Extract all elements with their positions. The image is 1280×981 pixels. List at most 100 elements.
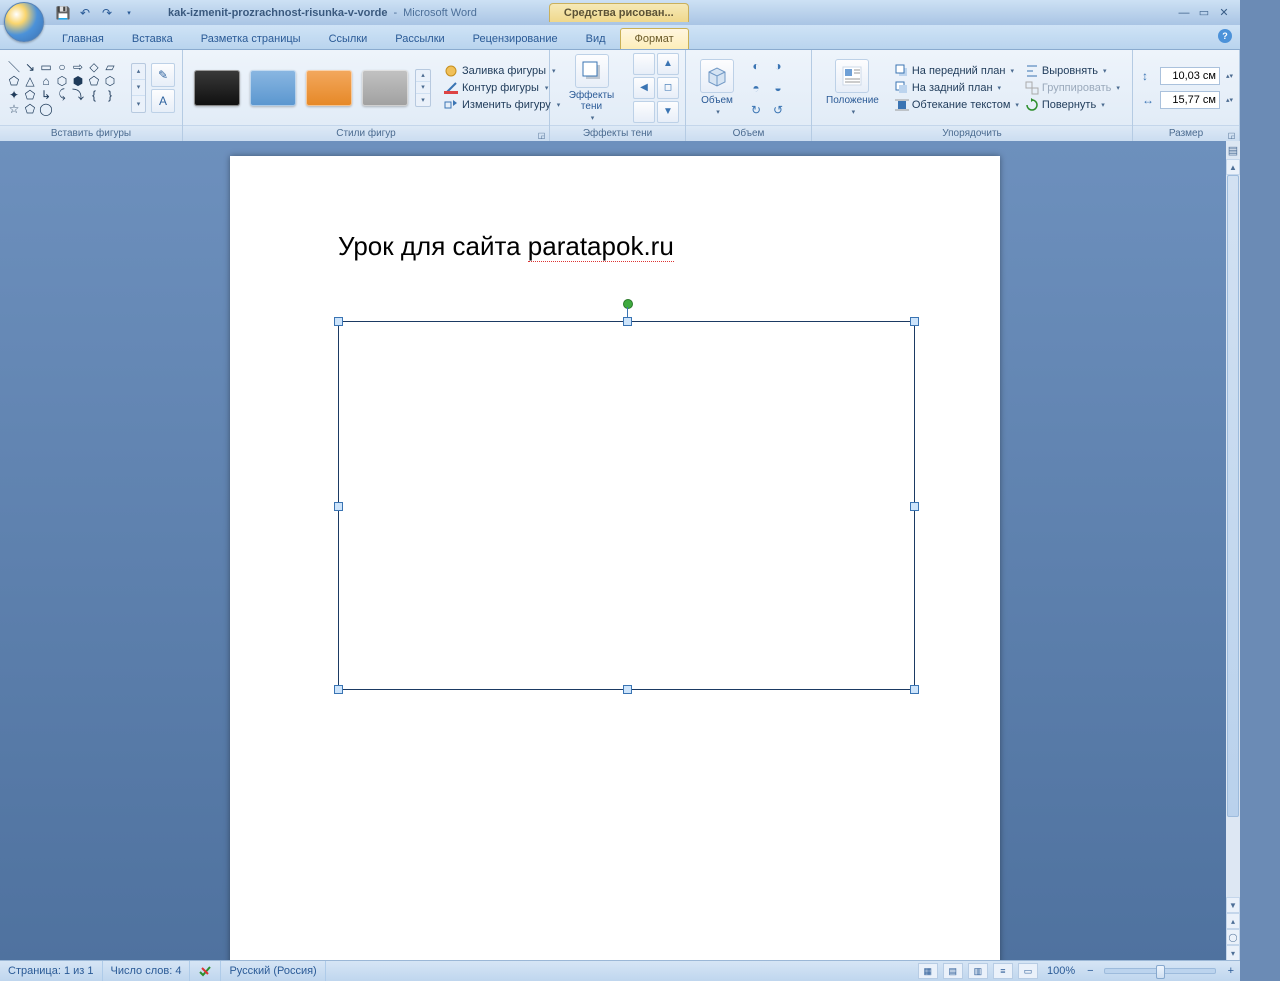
zoom-level[interactable]: 100% [1039, 965, 1083, 977]
document-text[interactable]: Урок для сайта paratapok.ru [338, 231, 674, 262]
prev-page-icon[interactable]: ▴ [1226, 913, 1240, 929]
zoom-out-icon[interactable]: − [1083, 965, 1097, 977]
change-shape-button[interactable]: Изменить фигуру▾ [441, 97, 563, 113]
redo-icon[interactable]: ↷ [98, 4, 116, 22]
contextual-tab-drawing[interactable]: Средства рисован... [549, 3, 689, 22]
rotate-handle[interactable] [623, 299, 633, 309]
view-reading-icon[interactable]: ▤ [943, 963, 963, 979]
close-icon[interactable]: ✕ [1214, 5, 1234, 21]
tab-insert[interactable]: Вставка [118, 29, 187, 49]
save-icon[interactable]: 💾 [54, 4, 72, 22]
scroll-up-icon[interactable]: ▲ [1226, 159, 1240, 175]
tilt-5-icon[interactable]: ↻ [746, 100, 766, 120]
selected-shape[interactable] [338, 321, 915, 690]
width-icon: ↔ [1142, 93, 1156, 107]
style-swatch-3[interactable] [306, 70, 352, 106]
title-bar: 💾 ↶ ↷ ▾ kak-izmenit-prozrachnost-risunka… [0, 0, 1240, 25]
group-button: Группировать▾ [1023, 80, 1123, 96]
tilt-6-icon[interactable]: ↺ [768, 100, 788, 120]
browse-object-icon[interactable]: ◯ [1226, 929, 1240, 945]
scroll-thumb[interactable] [1227, 175, 1239, 817]
styles-more[interactable]: ▴▾▾ [415, 69, 431, 107]
bring-front-button[interactable]: На передний план▾ [893, 63, 1023, 79]
text-box-icon[interactable]: A [151, 89, 175, 113]
shadow-up-icon[interactable]: ▲ [657, 53, 679, 75]
group-shadow-label: Эффекты тени [550, 125, 685, 142]
edit-shape-icon[interactable]: ✎ [151, 63, 175, 87]
view-buttons: ▦ ▤ ▥ ≡ ▭ [917, 963, 1039, 980]
3d-effects-button[interactable]: Объем▾ [692, 59, 742, 116]
tab-view[interactable]: Вид [572, 29, 620, 49]
tilt-3-icon[interactable]: ◓ [746, 78, 766, 98]
resize-handle-se[interactable] [910, 685, 919, 694]
next-page-icon[interactable]: ▾ [1226, 945, 1240, 961]
shadow-down-icon[interactable]: ▼ [657, 101, 679, 123]
dialog-launcher-icon[interactable]: ◲ [536, 128, 547, 139]
tilt-2-icon[interactable]: ◑ [768, 56, 788, 76]
vertical-scrollbar[interactable]: ▤ ▲ ▼ ▴ ◯ ▾ [1226, 141, 1240, 961]
tab-review[interactable]: Рецензирование [459, 29, 572, 49]
resize-handle-e[interactable] [910, 502, 919, 511]
minimize-icon[interactable]: — [1174, 5, 1194, 21]
shapes-more[interactable]: ▴▾▾ [131, 63, 146, 113]
tab-format[interactable]: Формат [620, 28, 689, 49]
resize-handle-w[interactable] [334, 502, 343, 511]
style-swatch-4[interactable] [362, 70, 408, 106]
tab-mailings[interactable]: Рассылки [381, 29, 458, 49]
group-size-label: Размер [1169, 128, 1203, 139]
qat-more-icon[interactable]: ▾ [120, 4, 138, 22]
view-outline-icon[interactable]: ≡ [993, 963, 1013, 979]
spinner-icon[interactable]: ▴▾ [1226, 72, 1233, 80]
status-language[interactable]: Русский (Россия) [221, 961, 325, 981]
rotate-button[interactable]: Повернуть▾ [1023, 97, 1123, 113]
zoom-in-icon[interactable]: + [1222, 965, 1240, 977]
text-wrap-button[interactable]: Обтекание текстом▾ [893, 97, 1023, 113]
align-button[interactable]: Выровнять▾ [1023, 63, 1123, 79]
view-print-layout-icon[interactable]: ▦ [918, 963, 938, 979]
app-title: Microsoft Word [403, 7, 477, 19]
page[interactable]: Урок для сайта paratapok.ru [230, 156, 1000, 961]
position-button[interactable]: Положение▾ [818, 59, 887, 116]
style-swatch-1[interactable] [194, 70, 240, 106]
rectangle-shape[interactable] [338, 321, 915, 690]
quick-access-toolbar: 💾 ↶ ↷ ▾ [54, 4, 138, 22]
style-swatch-2[interactable] [250, 70, 296, 106]
shadow-center-icon[interactable]: ◻ [657, 77, 679, 99]
tab-page-layout[interactable]: Разметка страницы [187, 29, 315, 49]
status-bar: Страница: 1 из 1 Число слов: 4 Русский (… [0, 960, 1240, 981]
tilt-4-icon[interactable]: ◒ [768, 78, 788, 98]
ribbon: ＼↘▭○⇨◇▱⬠ △⌂⬡⬢⬠⬡✦⬠ ↳⤹⤵{}☆⬠◯ ▴▾▾ ✎ A Встав… [0, 50, 1240, 143]
zoom-slider-thumb[interactable] [1156, 965, 1165, 979]
help-icon[interactable]: ? [1218, 29, 1232, 43]
undo-icon[interactable]: ↶ [76, 4, 94, 22]
tilt-1-icon[interactable]: ◐ [746, 56, 766, 76]
status-proofing[interactable] [190, 961, 221, 981]
zoom-slider[interactable] [1104, 968, 1216, 974]
tab-home[interactable]: Главная [48, 29, 118, 49]
document-workspace[interactable]: Урок для сайта paratapok.ru [0, 141, 1226, 961]
shape-fill-button[interactable]: Заливка фигуры▾ [441, 63, 563, 79]
shadow-left-icon[interactable]: ◀ [633, 77, 655, 99]
shapes-gallery[interactable]: ＼↘▭○⇨◇▱⬠ △⌂⬡⬢⬠⬡✦⬠ ↳⤹⤵{}☆⬠◯ [6, 60, 129, 116]
resize-handle-nw[interactable] [334, 317, 343, 326]
resize-handle-sw[interactable] [334, 685, 343, 694]
status-page[interactable]: Страница: 1 из 1 [0, 961, 103, 981]
shadow-effects-button[interactable]: Эффекты тени▾ [556, 54, 627, 122]
resize-handle-ne[interactable] [910, 317, 919, 326]
send-back-button[interactable]: На задний план▾ [893, 80, 1023, 96]
ruler-toggle-icon[interactable]: ▤ [1226, 141, 1240, 159]
tab-references[interactable]: Ссылки [315, 29, 382, 49]
dialog-launcher-icon[interactable]: ◲ [1226, 128, 1237, 139]
shape-outline-button[interactable]: Контур фигуры▾ [441, 80, 563, 96]
resize-handle-s[interactable] [623, 685, 632, 694]
resize-handle-n[interactable] [623, 317, 632, 326]
office-button[interactable] [4, 2, 44, 42]
view-draft-icon[interactable]: ▭ [1018, 963, 1038, 979]
maximize-icon[interactable]: ▭ [1194, 5, 1214, 21]
width-input[interactable] [1160, 91, 1220, 109]
status-word-count[interactable]: Число слов: 4 [103, 961, 191, 981]
scroll-down-icon[interactable]: ▼ [1226, 897, 1240, 913]
spinner-icon[interactable]: ▴▾ [1226, 96, 1233, 104]
height-input[interactable] [1160, 67, 1220, 85]
view-web-icon[interactable]: ▥ [968, 963, 988, 979]
